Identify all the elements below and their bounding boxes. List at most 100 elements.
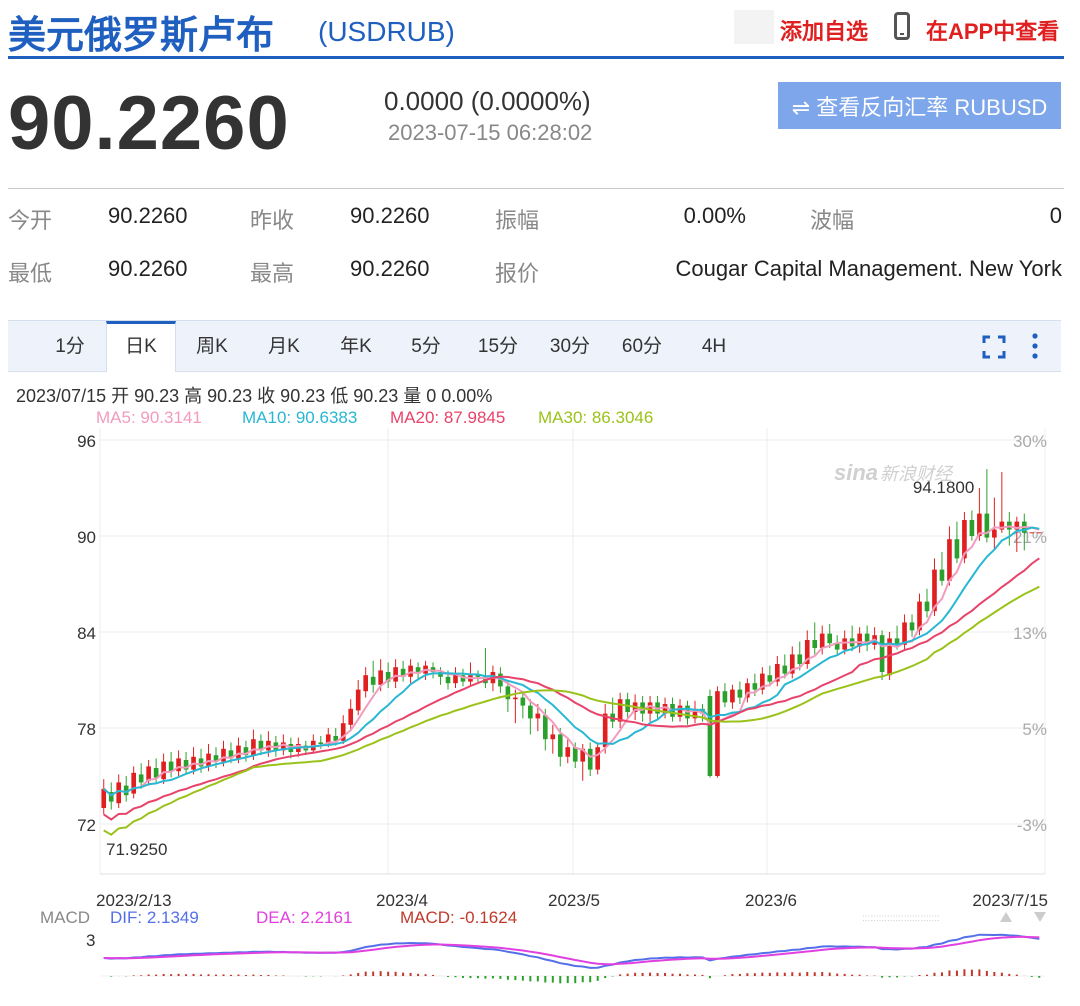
ma30-label: MA30: 86.3046 [538,408,654,427]
candle-body [819,633,825,648]
candle-body [408,665,413,677]
candle-body [947,539,952,581]
tab-monthly-k[interactable]: 月K [254,321,314,371]
quote-timestamp: 2023-07-15 06:28:02 [388,120,593,145]
scroll-dots: :::::::::::::::::::::::::::: [862,913,940,924]
reverse-rate-button[interactable]: ⇌ 查看反向汇率 RUBUSD [778,82,1061,129]
stat-label-quoter: 报价 [495,261,540,286]
stat-value-prev-close: 90.2260 [350,203,430,228]
candle-body [542,715,548,740]
candle-body [355,689,361,711]
scroll-down-icon [1034,912,1046,922]
max-price-annotation: 94.1800 [913,478,974,497]
header-divider [8,56,1064,59]
candle-body [520,697,526,706]
view-in-app-button[interactable]: 在APP中查看 [926,14,1059,46]
percent-axis: 30%21%13%5%-3% [1013,432,1047,835]
y-tick-label: 90 [77,528,96,547]
stat-label-low: 最低 [8,261,53,286]
more-options-icon[interactable] [1030,332,1040,360]
stat-label-amplitude: 振幅 [495,208,540,233]
stat-value-high: 90.2260 [350,256,430,281]
tab-15min[interactable]: 15分 [466,321,530,371]
candle-body [221,748,226,762]
tab-daily-k[interactable]: 日K [106,321,176,372]
candle-body [251,739,256,756]
tab-5min[interactable]: 5分 [398,321,454,371]
sina-logo-text: sina [834,460,878,485]
pct-tick-label: 5% [1022,720,1047,739]
candle-body [528,705,533,719]
ma30-line [103,585,1040,836]
instrument-code: (USDRUB) [318,16,455,47]
pct-tick-label: 30% [1013,432,1047,451]
candle-body [176,758,181,772]
x-axis: 2023/2/13 2023/4 2023/5 2023/6 2023/7/15 [96,891,1048,910]
x-tick-label: 2023/6 [745,891,797,910]
x-tick-label: 2023/7/15 [972,891,1048,910]
current-price: 90.2260 [8,81,290,166]
candle-body [363,675,369,692]
stat-value-low: 90.2260 [108,256,188,281]
candle-body [730,689,735,703]
tab-weekly-k[interactable]: 周K [182,321,242,371]
ma-lines [103,525,1040,836]
candles [101,469,1042,815]
ma20-label: MA20: 87.9845 [390,408,506,427]
header-placeholder [734,10,774,44]
candle-body [782,665,788,674]
candle-body [767,675,773,682]
y-axis: 96 90 84 78 72 [77,432,96,835]
candle-body [378,670,383,685]
candle-body [602,713,608,748]
tab-4h[interactable]: 4H [684,321,744,371]
stat-label-volatility: 波幅 [810,208,855,233]
tab-30min[interactable]: 30分 [538,321,602,371]
candle-body [535,713,541,719]
pct-tick-label: 13% [1013,624,1047,643]
candle-body [595,747,601,770]
tab-yearly-k[interactable]: 年K [326,321,386,371]
tab-60min[interactable]: 60分 [610,321,674,371]
macd-dif-line [103,933,1040,969]
stat-value-quoter: Cougar Capital Management. New York [675,256,1062,281]
stats-divider [8,188,1064,189]
macd-dea-label: DEA: 2.2161 [256,908,352,927]
macd-title: MACD [40,908,90,927]
stat-value-volatility: 0 [1049,203,1062,228]
y-tick-label: 84 [77,624,96,643]
add-watchlist-button[interactable]: 添加自选 [780,14,868,46]
stat-label-prev-close: 昨收 [250,208,295,233]
stat-label-open: 今开 [8,208,53,233]
min-price-annotation: 71.9250 [106,840,167,859]
fullscreen-icon[interactable] [982,335,1006,359]
candle-body [550,734,556,740]
price-change: 0.0000 (0.0000%) [384,86,591,116]
y-tick-label: 72 [77,816,96,835]
candle-body [236,745,241,759]
chart-period-tabs: 1分 日K 周K 月K 年K 5分 15分 30分 60分 4H [8,320,1061,372]
candle-body [909,622,915,631]
candle-body [565,747,571,757]
instrument-title: 美元俄罗斯卢布 [8,15,275,57]
candle-body [318,742,324,744]
stat-label-high: 最高 [250,261,295,286]
candle-body [842,638,847,650]
y-tick-label: 78 [77,720,96,739]
candle-body [161,761,166,780]
ma5-label: MA5: 90.3141 [96,408,202,427]
candle-body [1029,532,1035,534]
macd-value-label: MACD: -0.1624 [400,908,517,927]
tab-1min[interactable]: 1分 [42,321,98,371]
candle-body [393,667,398,682]
macd-panel [100,933,1045,984]
y-tick-label: 96 [77,432,96,451]
candle-body [707,696,713,776]
macd-axis-max: 3 [86,931,95,950]
candle-body [505,686,511,700]
scroll-up-icon [1000,912,1012,922]
candle-body [722,691,728,703]
stat-value-open: 90.2260 [108,203,188,228]
kline-chart[interactable]: sina 新浪财经 9690847872 30%21%13%5%-3% 94.1… [0,428,1080,1006]
candle-body [572,747,578,762]
